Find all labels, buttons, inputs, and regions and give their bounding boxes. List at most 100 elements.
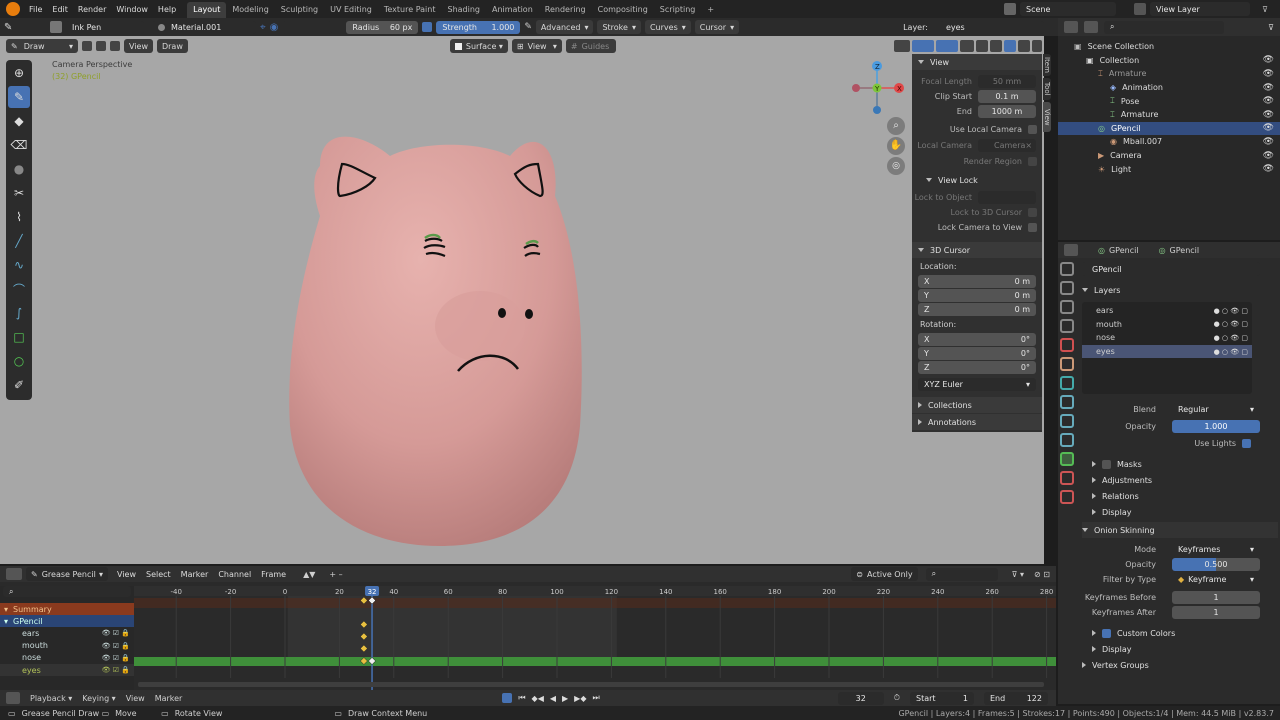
outliner-item-armature[interactable]: ⌶ Armature 👁 [1058, 67, 1280, 81]
use-lights-checkbox[interactable] [1242, 438, 1251, 448]
next-keyframe-icon[interactable]: ▶◆ [574, 694, 586, 703]
curve-tool-icon[interactable]: ∫ [8, 302, 30, 324]
segment-select-icon[interactable] [110, 41, 120, 51]
lock-to-object-field[interactable] [978, 190, 1036, 204]
visibility-eye-icon[interactable]: 👁 [1263, 137, 1274, 147]
dopesheet-editor-icon[interactable] [6, 568, 22, 580]
placement-dropdown[interactable]: Surface ▾ [449, 39, 508, 53]
rotation-z-field[interactable]: Z 0° [918, 361, 1036, 374]
channel-summary[interactable]: ▾ Summary [0, 603, 134, 616]
layer-row-nose[interactable]: nose ● ○ 👁 ▢ [1082, 331, 1252, 345]
menu-help[interactable]: Help [153, 5, 181, 14]
lock-to-cursor-checkbox[interactable] [1028, 207, 1037, 217]
workspace-tab-scripting[interactable]: Scripting [654, 2, 702, 18]
sidebar-tab-item[interactable]: Item [1043, 54, 1051, 76]
rendered-shading-icon[interactable] [1018, 40, 1030, 52]
layer-row-eyes[interactable]: eyes ● ○ 👁 ▢ [1082, 344, 1252, 359]
fill-tool-icon[interactable]: ◆ [8, 110, 30, 132]
custom-colors-checkbox[interactable] [1102, 628, 1111, 638]
keyframe-up-icon[interactable]: ▲▼ [303, 570, 315, 579]
display-mode-icon[interactable] [1084, 21, 1098, 33]
advanced-dropdown[interactable]: Advanced ▾ [535, 20, 594, 34]
channel-ears[interactable]: ears 👁 ☑ 🔒 [0, 627, 134, 639]
zoom-view-icon[interactable]: ⌕ [887, 117, 905, 135]
brush-icon[interactable] [50, 21, 62, 33]
gizmo-icon[interactable] [912, 40, 934, 52]
view-menu[interactable]: View [124, 39, 153, 53]
onion-skinning-section-header[interactable]: Onion Skinning [1082, 522, 1278, 538]
annotate-tool-icon[interactable]: ✐ [8, 374, 30, 396]
point-select-icon[interactable] [96, 41, 106, 51]
focal-length-field[interactable]: 50 mm [978, 74, 1036, 88]
active-only-toggle[interactable]: ⊜ Active Only [851, 567, 918, 581]
circle-tool-icon[interactable]: ○ [8, 350, 30, 372]
strength-pressure-icon[interactable]: ✎ [524, 22, 532, 32]
layer-toggles-icon[interactable]: ● ○ 👁 ▢ [1214, 320, 1248, 328]
horizontal-scrollbar[interactable] [138, 682, 1044, 687]
xray-icon[interactable] [960, 40, 974, 52]
arc-tool-icon[interactable]: ⌒ [8, 278, 30, 300]
dopesheet-search-input[interactable]: ⌕ [925, 567, 998, 581]
timeline-editor-icon[interactable] [6, 692, 20, 704]
layer-toggles-icon[interactable]: ● ○ 👁 ▢ [1214, 307, 1248, 315]
dopesheet-menu-select[interactable]: Select [141, 570, 176, 579]
properties-tab-icon[interactable] [1060, 471, 1074, 485]
onion-opacity-slider[interactable]: 0.500 [1172, 557, 1260, 571]
jump-start-icon[interactable]: ⏮ [518, 693, 525, 703]
properties-tab-icon[interactable] [1060, 281, 1074, 295]
stroke-dropdown[interactable]: Stroke ▾ [597, 20, 641, 34]
timeline-view-menu[interactable]: View [126, 694, 145, 703]
channel-eyes[interactable]: eyes 👁 ☑ 🔒 [0, 663, 134, 677]
layer-toggles-icon[interactable]: ● ○ 👁 ▢ [1214, 348, 1248, 356]
view-lock-section-header[interactable]: View Lock [912, 172, 1042, 188]
expand-icon[interactable]: ▾ [4, 617, 8, 626]
visibility-eye-icon[interactable]: 👁 [1263, 69, 1274, 79]
camera-view-icon[interactable]: ◎ [887, 157, 905, 175]
erase-tool-icon[interactable]: ⌫ [8, 134, 30, 156]
channel-toggles-icon[interactable]: 👁 ☑ 🔒 [102, 629, 130, 637]
start-frame-field[interactable]: Start 1 [910, 691, 974, 705]
sidebar-tab-tool[interactable]: Tool [1043, 78, 1051, 100]
properties-tab-icon[interactable] [1060, 395, 1074, 409]
use-local-camera-checkbox[interactable] [1028, 124, 1037, 134]
visibility-eye-icon[interactable]: 👁 [1263, 83, 1274, 93]
properties-tab-icon[interactable] [1060, 357, 1074, 371]
outliner-item-gpencil[interactable]: ◎ GPencil 👁 [1058, 121, 1280, 136]
expand-icon[interactable]: ▾ [4, 605, 8, 614]
layer-row-mouth[interactable]: mouth ● ○ 👁 ▢ [1082, 318, 1252, 332]
dopesheet-menu-frame[interactable]: Frame [256, 570, 291, 579]
polyline-tool-icon[interactable]: ∿ [8, 254, 30, 276]
render-region-checkbox[interactable] [1028, 156, 1037, 166]
properties-tab-icon[interactable] [1060, 319, 1074, 333]
visibility-eye-icon[interactable]: 👁 [1263, 123, 1274, 133]
viewport-3d[interactable]: ✎ Draw ▾ View Draw Surface ▾ ⊞ View ▾ # Guides… [0, 36, 1044, 564]
dopesheet-filter-icon[interactable]: ⊽ ▾ [1012, 570, 1024, 579]
workspace-tab-shading[interactable]: Shading [441, 2, 486, 18]
material-selector[interactable]: Material.001 [152, 20, 256, 34]
properties-tab-icon[interactable] [1060, 376, 1074, 390]
play-icon[interactable]: ▶ [562, 694, 568, 703]
masks-section-header[interactable]: Masks [1082, 456, 1278, 472]
curves-dropdown[interactable]: Curves ▾ [644, 20, 691, 34]
dopesheet-menu-channel[interactable]: Channel [213, 570, 256, 579]
interpolation-icon[interactable]: ⊘ ⊡ [1034, 570, 1050, 579]
sidebar-tab-view[interactable]: View [1043, 102, 1051, 132]
layer-toggles-icon[interactable]: ● ○ 👁 ▢ [1214, 334, 1248, 342]
display-section-header[interactable]: Display [1082, 504, 1278, 520]
workspace-tab-animation[interactable]: Animation [486, 2, 539, 18]
add-layer-icon[interactable]: + – [329, 570, 342, 579]
outliner-item-armature[interactable]: ⌶ Armature 👁 [1058, 108, 1280, 122]
visibility-eye-icon[interactable]: 👁 [1263, 96, 1274, 106]
outliner-search-input[interactable]: ⌕ [1104, 20, 1224, 34]
layers-section-header[interactable]: Layers [1082, 282, 1278, 298]
menu-window[interactable]: Window [111, 5, 153, 14]
pin-icon[interactable]: ⌖ [260, 22, 266, 33]
workspace-tab-compositing[interactable]: Compositing [592, 2, 654, 18]
menu-render[interactable]: Render [73, 5, 111, 14]
adjustments-section-header[interactable]: Adjustments [1082, 472, 1278, 488]
scene-icon[interactable] [1004, 3, 1016, 15]
workspace-tab-sculpting[interactable]: Sculpting [275, 2, 324, 18]
filter-type-dropdown[interactable]: ◆ Keyframe ▾ [1172, 572, 1260, 586]
draw-menu[interactable]: Draw [156, 39, 188, 53]
workspace-tab-rendering[interactable]: Rendering [539, 2, 592, 18]
